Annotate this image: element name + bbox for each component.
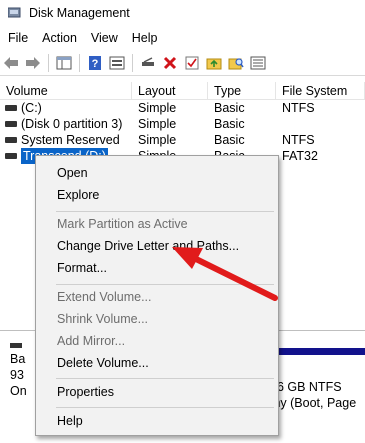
svg-text:?: ? — [92, 58, 99, 70]
disk-status: On — [10, 384, 27, 398]
disk-size: 93 — [10, 368, 24, 382]
column-header-file-system[interactable]: File System — [276, 82, 365, 99]
menu-item-format[interactable]: Format... — [36, 257, 278, 279]
volume-file-system: NTFS — [282, 101, 315, 115]
menu-separator — [56, 378, 274, 379]
disk-label: Ba — [10, 352, 26, 366]
volume-name: (C:) — [21, 101, 42, 115]
volume-type: Basic — [214, 133, 245, 147]
properties-check-icon[interactable] — [181, 52, 203, 74]
back-icon[interactable] — [0, 52, 22, 74]
column-header-volume[interactable]: Volume — [0, 82, 132, 99]
list-view-icon[interactable] — [247, 52, 269, 74]
partition-status: thy (Boot, Page — [270, 396, 357, 410]
menu-bar: File Action View Help — [0, 27, 165, 49]
toolbar-separator — [48, 53, 49, 72]
menu-separator — [56, 211, 274, 212]
menu-item-extend-volume: Extend Volume... — [57, 290, 152, 304]
volume-icon — [5, 121, 17, 127]
menu-item-mark-active: Mark Partition as Active — [57, 217, 188, 231]
volume-name: (Disk 0 partition 3) — [21, 117, 123, 131]
toolbar-separator — [132, 53, 133, 72]
toolbar: ? — [0, 50, 365, 76]
menu-item-explore[interactable]: Explore — [36, 184, 278, 206]
volume-file-system — [276, 116, 365, 132]
partition-info[interactable]: 16 GB NTFS thy (Boot, Page — [270, 379, 356, 411]
menu-view[interactable]: View — [84, 31, 125, 45]
menu-item-properties[interactable]: Properties — [36, 381, 278, 403]
volume-type: Basic — [214, 117, 245, 131]
menu-item-add-mirror: Add Mirror... — [57, 334, 126, 348]
help-icon[interactable]: ? — [84, 52, 106, 74]
window-title: Disk Management — [29, 6, 130, 20]
folder-up-icon[interactable] — [203, 52, 225, 74]
delete-icon[interactable] — [159, 52, 181, 74]
list-header: Volume Layout Type File System — [0, 82, 365, 100]
menu-file[interactable]: File — [0, 31, 35, 45]
menu-action[interactable]: Action — [35, 31, 84, 45]
volume-type: Basic — [214, 101, 245, 115]
menu-item-open[interactable]: Open — [36, 162, 278, 184]
menu-item-delete-volume[interactable]: Delete Volume... — [36, 352, 278, 374]
title-bar: Disk Management — [0, 0, 365, 26]
console-tree-icon[interactable] — [53, 52, 75, 74]
volume-icon — [5, 153, 17, 159]
menu-help[interactable]: Help — [125, 31, 165, 45]
volume-name: System Reserved — [21, 133, 120, 147]
forward-icon[interactable] — [22, 52, 44, 74]
search-folder-icon[interactable] — [225, 52, 247, 74]
menu-item-help[interactable]: Help — [36, 410, 278, 432]
volume-icon — [5, 137, 17, 143]
disk-management-icon — [7, 7, 22, 19]
table-row[interactable]: System Reserved Simple Basic NTFS — [0, 132, 365, 148]
volume-icon — [5, 105, 17, 111]
volume-layout: Simple — [138, 133, 177, 147]
volume-file-system: NTFS — [282, 133, 315, 147]
partition-size: 16 GB NTFS — [270, 380, 342, 394]
connect-disk-icon[interactable] — [137, 52, 159, 74]
menu-separator — [56, 284, 274, 285]
volume-layout: Simple — [138, 101, 177, 115]
table-row[interactable]: (Disk 0 partition 3) Simple Basic — [0, 116, 365, 132]
toolbar-separator — [79, 53, 80, 72]
volume-file-system: FAT32 — [282, 149, 318, 163]
column-header-layout[interactable]: Layout — [132, 82, 208, 99]
menu-separator — [56, 407, 274, 408]
volume-layout: Simple — [138, 117, 177, 131]
disk-icon — [10, 343, 22, 348]
context-menu: Open Explore Mark Partition as Active Ch… — [35, 155, 279, 436]
partition-header-bar — [270, 348, 365, 355]
table-row[interactable]: (C:) Simple Basic NTFS — [0, 100, 365, 116]
column-header-type[interactable]: Type — [208, 82, 276, 99]
menu-item-shrink-volume: Shrink Volume... — [57, 312, 149, 326]
menu-item-change-drive-letter[interactable]: Change Drive Letter and Paths... — [36, 235, 278, 257]
disk-info: Ba 93 On — [0, 343, 34, 399]
help-book-icon[interactable] — [106, 52, 128, 74]
